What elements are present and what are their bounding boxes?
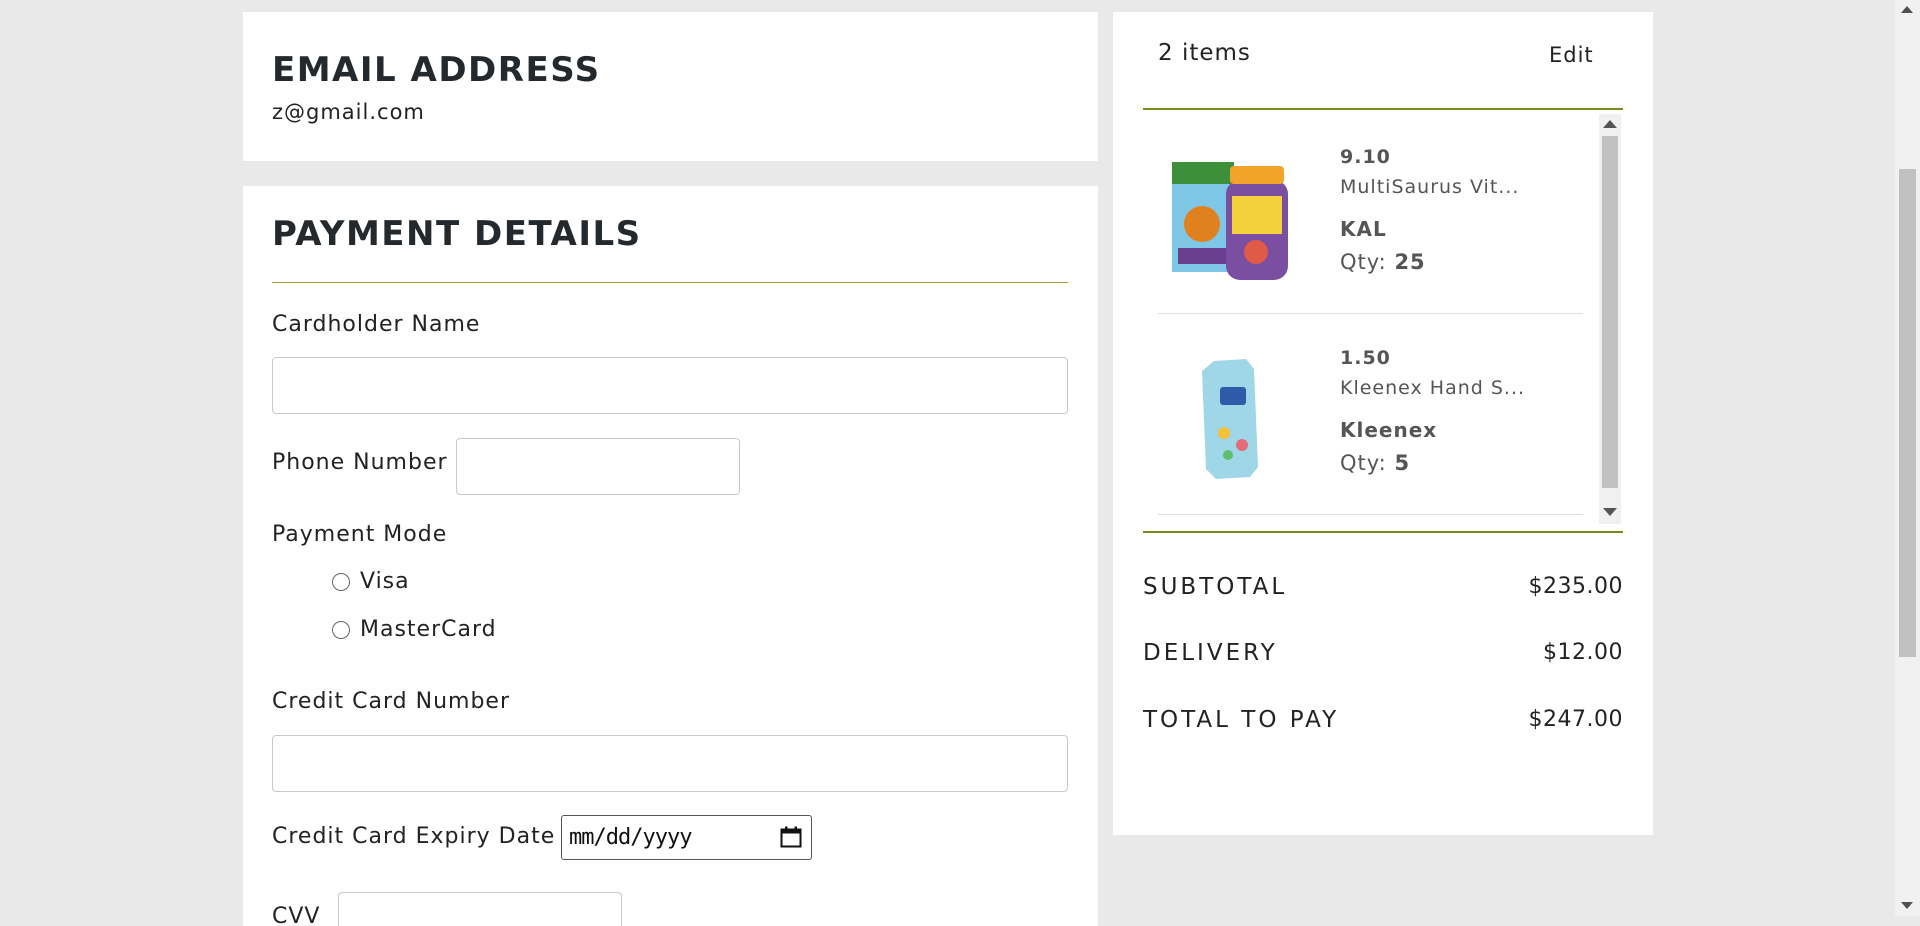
subtotal-value: $235.00 [1528,574,1623,599]
total-to-pay-label: TOTAL TO PAY [1143,707,1340,733]
total-to-pay-value: $247.00 [1528,707,1623,732]
expiry-date-label: Credit Card Expiry Date [272,824,556,849]
scroll-down-arrow-icon[interactable] [1603,508,1617,516]
item-brand: KAL [1340,217,1387,241]
cvv-label: CVV [272,904,321,926]
items-top-divider [1143,108,1623,110]
delivery-value: $12.00 [1543,640,1623,665]
cart-item: 9.10 MultiSaurus Vit... KAL Qty: 25 [1158,112,1583,314]
page-scroll-thumb[interactable] [1899,169,1916,657]
phone-number-label: Phone Number [272,450,448,475]
payment-section-title: PAYMENT DETAILS [272,214,642,254]
credit-card-number-label: Credit Card Number [272,689,510,714]
cart-item-list[interactable]: 9.10 MultiSaurus Vit... KAL Qty: 25 1.50… [1143,112,1623,532]
expiry-date-input[interactable]: mm/dd/yyyy [561,815,812,860]
mastercard-radio[interactable] [332,621,350,639]
items-count: 2 items [1158,40,1251,66]
mastercard-label[interactable]: MasterCard [360,617,497,642]
item-name: MultiSaurus Vit... [1340,176,1520,198]
email-address-card: EMAIL ADDRESS z@gmail.com [243,12,1098,161]
page-scroll-up-arrow-icon[interactable] [1901,6,1913,13]
email-section-title: EMAIL ADDRESS [272,50,601,90]
cvv-input[interactable] [338,892,622,926]
items-bottom-divider [1143,531,1623,533]
visa-label[interactable]: Visa [360,569,410,594]
cart-list-scroll-thumb[interactable] [1602,136,1618,488]
credit-card-number-input[interactable] [272,735,1068,792]
calendar-icon[interactable] [780,826,802,848]
item-price: 1.50 [1340,347,1391,369]
cardholder-name-label: Cardholder Name [272,312,481,337]
kleenex-product-image [1202,359,1258,479]
page-scrollbar[interactable] [1895,0,1920,916]
phone-number-input[interactable] [456,438,740,495]
multisaurus-product-image [1172,162,1288,280]
email-value: z@gmail.com [272,100,425,124]
delivery-label: DELIVERY [1143,640,1278,666]
item-name: Kleenex Hand S... [1340,377,1526,399]
scroll-up-arrow-icon[interactable] [1603,120,1617,128]
item-brand: Kleenex [1340,418,1438,442]
item-quantity: Qty: 25 [1340,250,1426,274]
title-divider [272,282,1068,283]
cardholder-name-input[interactable] [272,357,1068,414]
payment-mode-label: Payment Mode [272,522,448,547]
edit-cart-link[interactable]: Edit [1549,43,1594,67]
payment-details-card: PAYMENT DETAILS Cardholder Name Phone Nu… [243,186,1098,926]
item-quantity: Qty: 5 [1340,451,1411,475]
order-summary-card: 2 items Edit 9.10 MultiSaurus Vit... KAL… [1113,12,1653,835]
visa-radio[interactable] [332,573,350,591]
subtotal-label: SUBTOTAL [1143,574,1288,600]
cart-list-scrollbar[interactable] [1599,114,1621,524]
expiry-date-placeholder: mm/dd/yyyy [569,825,692,850]
page-scroll-down-arrow-icon[interactable] [1901,902,1913,909]
item-price: 9.10 [1340,146,1391,168]
cart-item: 1.50 Kleenex Hand S... Kleenex Qty: 5 [1158,313,1583,515]
